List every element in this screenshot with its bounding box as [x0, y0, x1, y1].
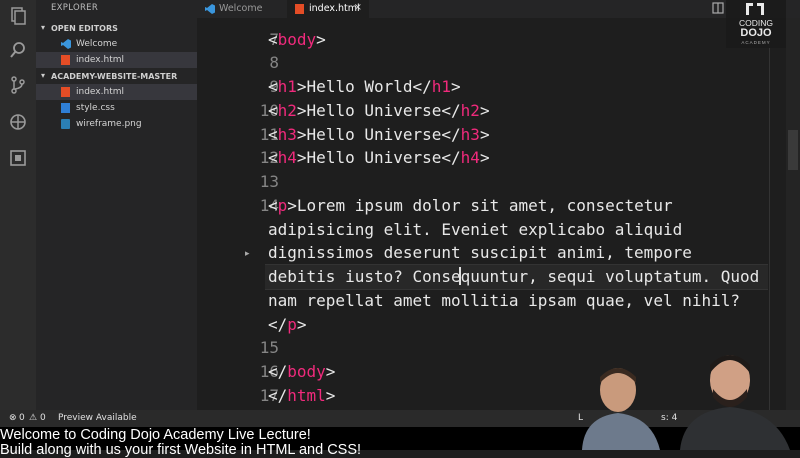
code-line-11: <h3>Hello Universe</h3> — [268, 125, 490, 144]
tag-name: p — [287, 315, 297, 334]
line-number: 11 — [259, 125, 279, 144]
file-name: Welcome — [76, 39, 118, 49]
mouse-pointer-icon: ▸ — [245, 249, 250, 259]
line-number: 10 — [259, 101, 279, 120]
line-number: 13 — [259, 172, 279, 191]
code-line-14: <p>Lorem ipsum dolor sit amet, consectet… — [268, 196, 673, 215]
section-label: ACADEMY-WEBSITE-MASTER — [51, 72, 178, 81]
tag-name: h1 — [277, 77, 297, 96]
tab-label: index.html — [309, 3, 360, 14]
chevron-down-icon: ▾ — [41, 71, 46, 80]
code-line-12: <h4>Hello Universe</h4> — [268, 148, 490, 167]
logo-line-2: DOJO — [740, 27, 772, 39]
file-name: index.html — [76, 55, 124, 65]
code-line-17: </html> — [268, 386, 336, 405]
code-line-9: <h1>Hello World</h1> — [268, 77, 461, 96]
html5-icon — [61, 87, 70, 97]
error-icon[interactable]: ⊗ — [9, 413, 17, 423]
tag-name: h3 — [277, 125, 297, 144]
line-number: 16 — [259, 362, 279, 381]
file-name: style.css — [76, 103, 115, 113]
text-content: Hello Universe — [306, 101, 442, 120]
close-icon[interactable]: × — [354, 2, 362, 13]
explorer-title: EXPLORER — [51, 3, 99, 13]
css3-icon — [61, 103, 70, 113]
code-line-14-wrap: adipisicing elit. Eveniet explicabo aliq… — [268, 220, 683, 239]
vscode-icon — [61, 39, 71, 49]
tab-label: Welcome — [219, 3, 263, 14]
vscode-icon — [205, 4, 215, 14]
split-editor-icon[interactable] — [712, 2, 726, 16]
tag-name: h4 — [460, 148, 480, 167]
line-number: 7 — [269, 30, 279, 49]
tag-name: p — [277, 196, 288, 215]
text-content: Hello Universe — [306, 148, 442, 167]
image-icon — [61, 119, 70, 129]
code-line-14-wrap: nam repellat amet mollitia ipsam quae, v… — [268, 291, 741, 310]
chevron-down-icon: ▾ — [41, 23, 46, 32]
tag-name: body — [287, 362, 326, 381]
explorer-sidebar: EXPLORER ▾ OPEN EDITORS Welcome index.ht… — [36, 0, 197, 410]
warning-count[interactable]: 0 — [40, 413, 46, 423]
scrollbar-thumb[interactable] — [788, 130, 798, 170]
file-style-css[interactable]: style.css — [36, 100, 197, 116]
logo-line-3: ACADEMY — [741, 40, 771, 45]
tab-welcome[interactable]: Welcome — [197, 0, 297, 18]
coding-dojo-logo: CODING DOJO ACADEMY — [726, 0, 786, 48]
tab-index-html[interactable]: index.html × — [287, 0, 369, 18]
error-count[interactable]: 0 — [19, 413, 25, 423]
html5-icon — [61, 55, 70, 65]
tag-name: h3 — [460, 125, 480, 144]
project-section[interactable]: ▾ ACADEMY-WEBSITE-MASTER — [36, 69, 197, 84]
warning-icon[interactable]: ⚠ — [29, 413, 37, 423]
preview-status[interactable]: Preview Available — [58, 413, 137, 423]
text-content: Hello World — [306, 77, 413, 96]
extensions-icon[interactable] — [8, 148, 28, 168]
file-wireframe-png[interactable]: wireframe.png — [36, 116, 197, 132]
tag-name: h2 — [277, 101, 297, 120]
tag-name: h4 — [277, 148, 297, 167]
html5-icon — [295, 4, 304, 14]
code-line-16: </body> — [268, 362, 336, 381]
tag-name: h1 — [431, 77, 452, 96]
line-number: 17 — [259, 386, 279, 405]
code-line-14-wrap: dignissimos deserunt suscipit animi, tem… — [268, 243, 692, 262]
file-name: wireframe.png — [76, 119, 142, 129]
open-editors-section[interactable]: ▾ OPEN EDITORS — [36, 21, 197, 36]
webcam-video-icon — [582, 355, 790, 450]
section-label: OPEN EDITORS — [51, 24, 118, 33]
search-icon[interactable] — [8, 40, 28, 60]
file-index-html[interactable]: index.html — [36, 84, 197, 100]
text-content: Lorem ipsum dolor sit amet, consectetur — [296, 196, 673, 215]
code-line-7: <body> — [268, 30, 326, 49]
line-number: 14 — [259, 196, 279, 215]
text-content: Hello Universe — [306, 125, 442, 144]
open-editor-index-html[interactable]: index.html — [36, 52, 197, 68]
line-number: 12 — [259, 148, 279, 167]
logo-mark-icon — [746, 3, 764, 15]
line-number: 9 — [269, 77, 279, 96]
code-line-14-wrap: debitis iusto? Consequuntur, sequi volup… — [268, 267, 760, 286]
debug-icon[interactable] — [8, 112, 28, 132]
line-number: 15 — [259, 338, 279, 357]
tag-name: body — [277, 30, 317, 49]
source-control-icon[interactable] — [8, 75, 28, 95]
activity-bar — [0, 0, 36, 410]
code-line-14-close: </p> — [268, 315, 307, 334]
line-number: 8 — [269, 53, 279, 72]
text-cursor — [459, 267, 461, 285]
open-editor-welcome[interactable]: Welcome — [36, 36, 197, 52]
file-name: index.html — [76, 87, 124, 97]
code-line-10: <h2>Hello Universe</h2> — [268, 101, 490, 120]
tag-name: h2 — [460, 101, 480, 120]
explorer-icon[interactable] — [8, 6, 28, 26]
tag-name: html — [287, 386, 326, 405]
tab-bar: Welcome index.html × — [197, 0, 800, 18]
